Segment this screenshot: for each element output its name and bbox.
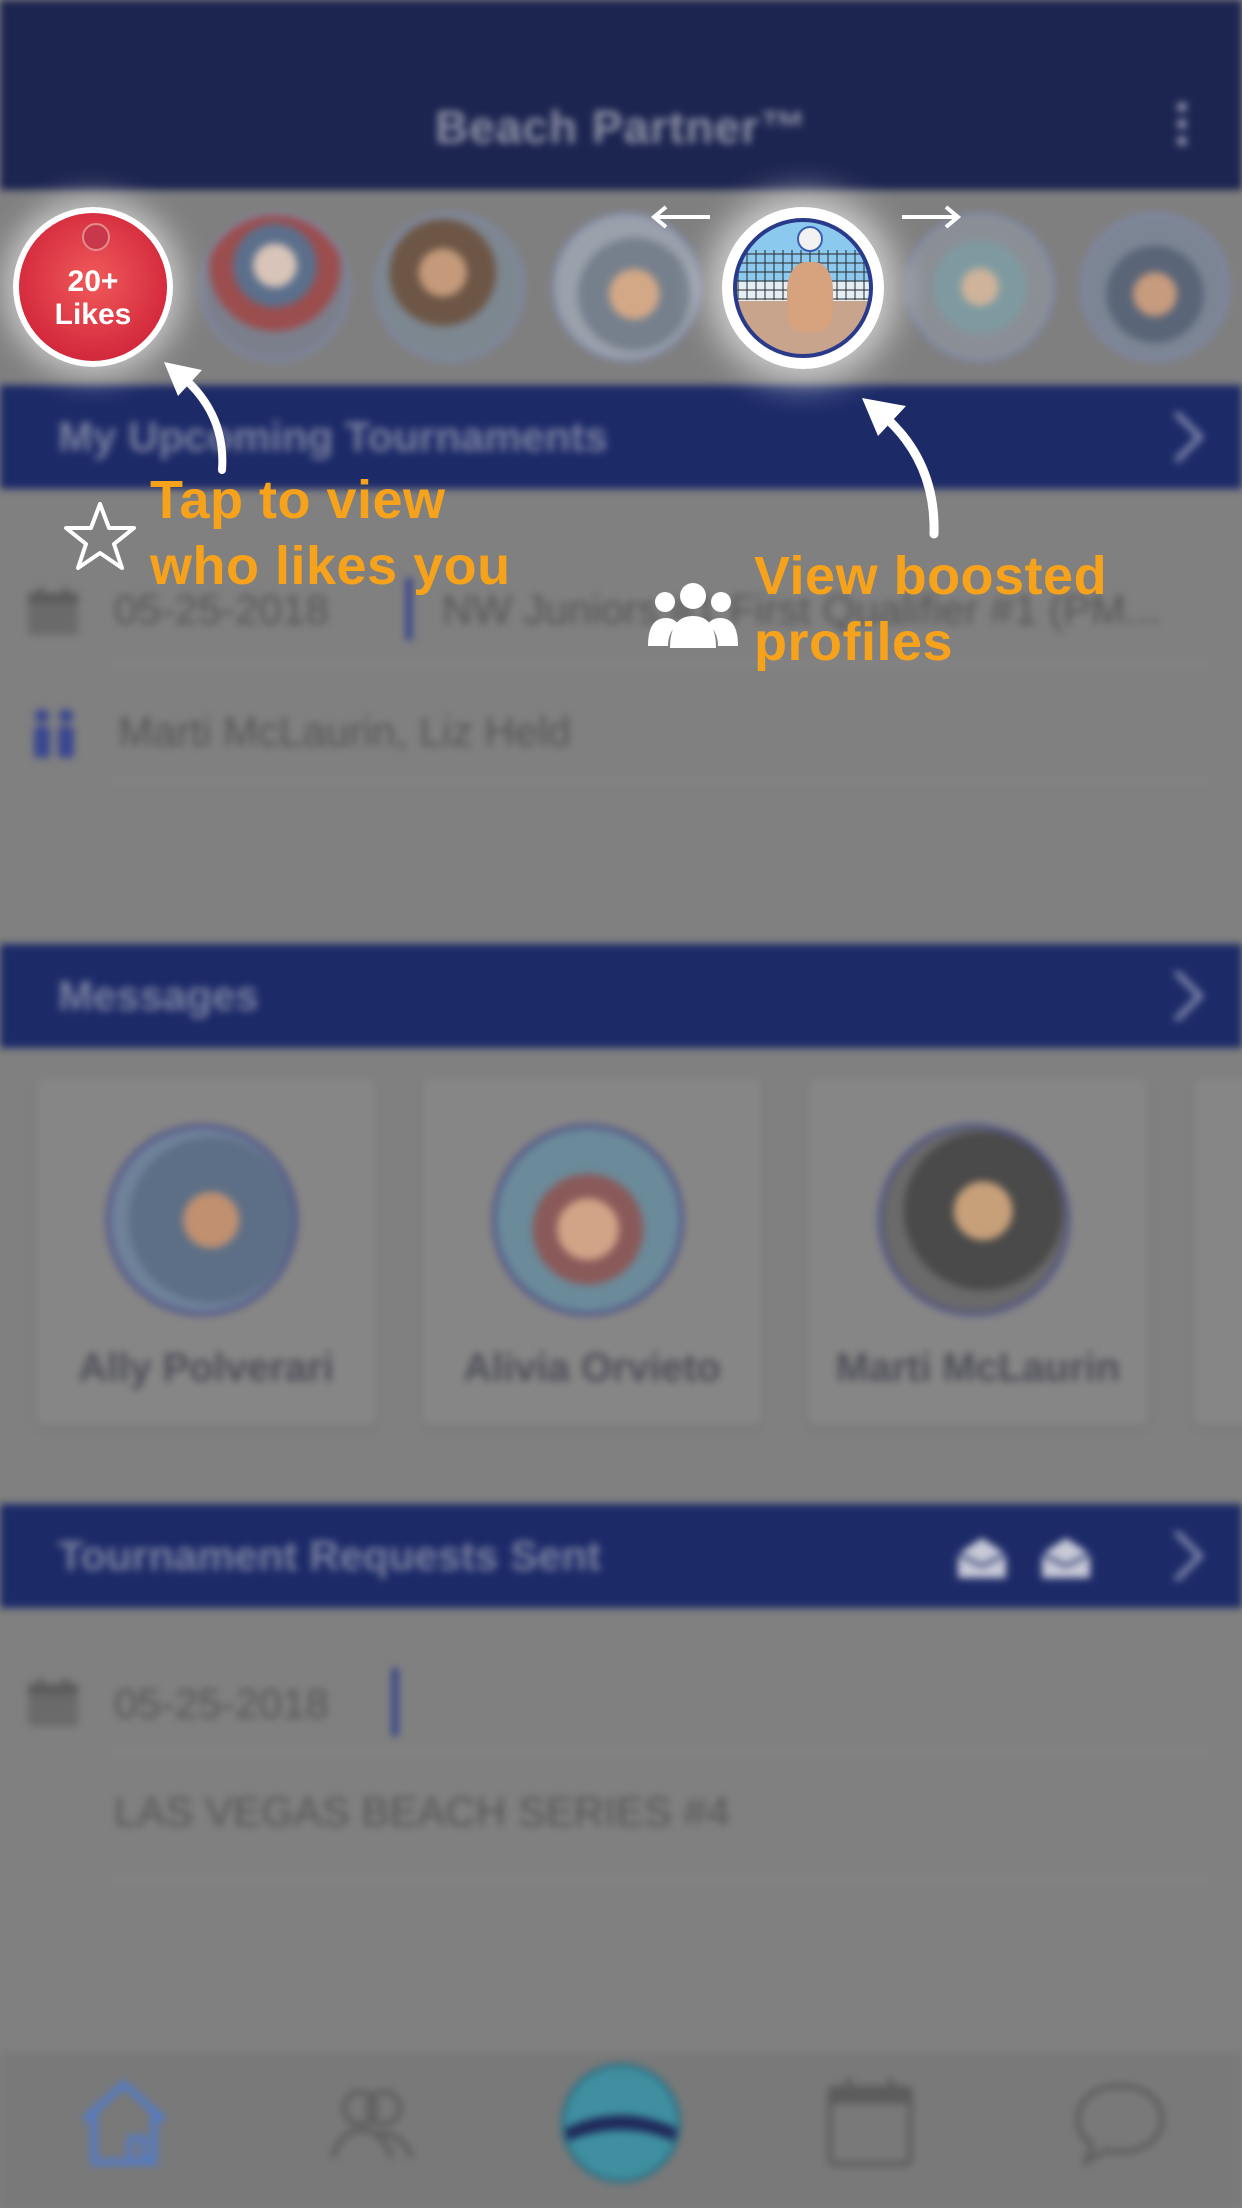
- contact-name: Marti McLaurin: [835, 1346, 1121, 1390]
- player: [787, 262, 833, 332]
- likes-hint: Tap to view who likes you: [150, 467, 511, 599]
- profile-circle[interactable]: [375, 212, 525, 362]
- ball: [797, 226, 823, 252]
- profile-circle[interactable]: [552, 212, 702, 362]
- beach-ball-icon[interactable]: [560, 2062, 682, 2184]
- curved-arrow-icon: [164, 362, 227, 474]
- contact-name: Ally Polverari: [78, 1346, 334, 1390]
- envelope-icon[interactable]: [1040, 1534, 1092, 1580]
- chevron-right-icon[interactable]: [1170, 968, 1206, 1024]
- curved-arrow-icon: [862, 398, 939, 539]
- chat-icon[interactable]: [1070, 2072, 1170, 2172]
- likes-count-label: Likes: [54, 298, 132, 331]
- boost-hint: View boosted profiles: [754, 543, 1107, 675]
- section-title: Tournament Requests Sent: [58, 1532, 601, 1579]
- message-card[interactable]: Alivia Orvieto: [422, 1078, 762, 1426]
- chevron-right-icon[interactable]: [1170, 1528, 1206, 1584]
- profile-strip: [0, 190, 1242, 383]
- messages-header[interactable]: Messages: [0, 944, 1242, 1048]
- message-card[interactable]: [1194, 1078, 1242, 1426]
- envelope-icon[interactable]: [956, 1534, 1008, 1580]
- more-vert-icon[interactable]: [1172, 102, 1192, 152]
- volleyball-icon: [82, 223, 110, 251]
- request-date: 05-25-2018: [114, 1680, 329, 1727]
- avatar: [492, 1124, 684, 1316]
- boosted-profile[interactable]: [722, 207, 884, 369]
- star-icon: [64, 502, 136, 570]
- partners-icon: [34, 709, 74, 758]
- group-icon: [648, 583, 738, 648]
- calendar-tab-icon[interactable]: [820, 2072, 920, 2172]
- likes-count: 20+ Likes: [19, 265, 167, 331]
- divider: [110, 1752, 1210, 1754]
- section-title: My Upcoming Tournaments: [58, 413, 608, 460]
- app-title: Beach Partner™: [435, 101, 807, 153]
- boost-hint-line: profiles: [754, 612, 954, 672]
- message-card[interactable]: Ally Polverari: [36, 1078, 376, 1426]
- home-icon[interactable]: [74, 2072, 174, 2172]
- divider: [392, 1668, 398, 1736]
- likes-hint-line: who likes you: [150, 536, 511, 596]
- boosted-profile-photo: [733, 218, 873, 358]
- calendar-icon: [28, 587, 78, 635]
- requests-header[interactable]: Tournament Requests Sent: [0, 1504, 1242, 1608]
- people-icon[interactable]: [322, 2072, 422, 2172]
- chevron-right-icon[interactable]: [1170, 409, 1206, 465]
- divider: [110, 780, 1210, 782]
- likes-button[interactable]: 20+ Likes: [13, 207, 173, 367]
- section-title: Messages: [58, 972, 259, 1019]
- tab-bar: [0, 2052, 1242, 2208]
- top-bar: Beach Partner™: [0, 0, 1242, 190]
- contact-name: Alivia Orvieto: [463, 1346, 721, 1390]
- request-name[interactable]: LAS VEGAS BEACH SERIES #4: [114, 1788, 730, 1836]
- likes-count-number: 20+: [67, 265, 119, 298]
- arrow-right-icon: [902, 205, 962, 229]
- profile-circle[interactable]: [200, 212, 350, 362]
- arrow-left-icon: [650, 205, 710, 229]
- boost-hint-line: View boosted: [754, 546, 1108, 606]
- avatar: [106, 1124, 298, 1316]
- likes-hint-line: Tap to view: [150, 470, 446, 530]
- message-card[interactable]: Marti McLaurin: [808, 1078, 1148, 1426]
- profile-circle[interactable]: [1080, 212, 1230, 362]
- app-screen: Beach Partner™ My Upcoming Tournaments 0…: [0, 0, 1242, 2208]
- divider: [110, 1880, 1210, 1882]
- avatar: [878, 1124, 1070, 1316]
- tournament-partners: Marti McLaurin, Liz Held: [118, 708, 571, 755]
- profile-circle[interactable]: [905, 212, 1055, 362]
- calendar-icon: [28, 1678, 78, 1726]
